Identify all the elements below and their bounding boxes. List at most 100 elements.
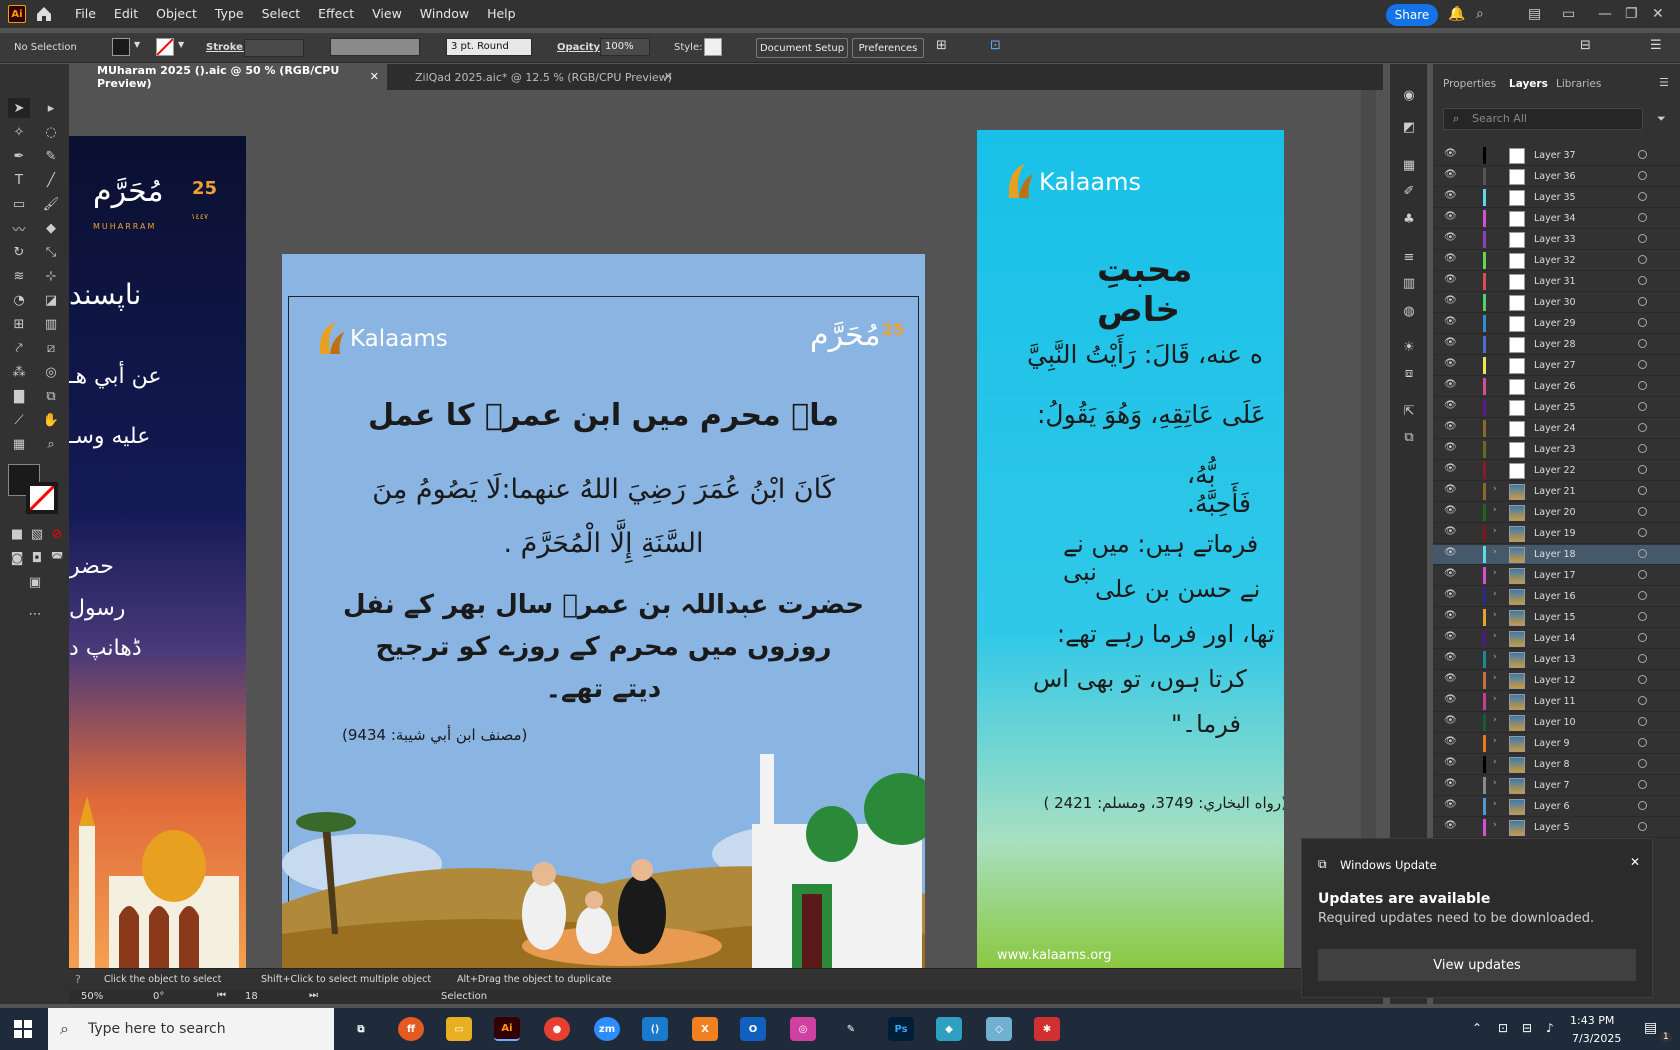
- swatches-icon[interactable]: ▦: [1400, 158, 1418, 176]
- tab-zilqad[interactable]: ZilQad 2025.aic* @ 12.5 % (RGB/CPU Previ…: [387, 64, 681, 90]
- layer-name[interactable]: Layer 6: [1534, 801, 1570, 812]
- layer-name[interactable]: Layer 13: [1534, 654, 1576, 665]
- column-graph-icon[interactable]: ▇: [8, 386, 30, 406]
- layer-row[interactable]: 👁 › Layer 15: [1433, 608, 1680, 628]
- slice-tool-icon[interactable]: ⟋: [8, 410, 30, 430]
- target-icon[interactable]: [1638, 486, 1647, 495]
- layer-name[interactable]: Layer 19: [1534, 528, 1576, 539]
- eye-icon[interactable]: 👁: [1444, 694, 1457, 705]
- eye-icon[interactable]: 👁: [1444, 589, 1457, 600]
- arrange-icon[interactable]: ▤: [1528, 6, 1541, 22]
- layer-name[interactable]: Layer 27: [1534, 360, 1576, 371]
- color-guide-icon[interactable]: ☀: [1400, 340, 1418, 358]
- layer-name[interactable]: Layer 14: [1534, 633, 1576, 644]
- layer-name[interactable]: Layer 12: [1534, 675, 1576, 686]
- selection-tool-icon[interactable]: ➤: [8, 98, 30, 118]
- tab-libraries[interactable]: Libraries: [1556, 78, 1601, 90]
- xampp-icon[interactable]: X: [692, 1017, 718, 1041]
- pen-app-icon[interactable]: ✎: [838, 1017, 864, 1041]
- target-icon[interactable]: [1638, 234, 1647, 243]
- layer-row[interactable]: 👁 › Layer 11: [1433, 692, 1680, 712]
- eyedropper-icon[interactable]: ⤤: [8, 338, 30, 358]
- layer-name[interactable]: Layer 24: [1534, 423, 1576, 434]
- target-icon[interactable]: [1638, 192, 1647, 201]
- eye-icon[interactable]: 👁: [1444, 547, 1457, 558]
- stroke-weight-field[interactable]: [244, 39, 304, 57]
- eye-icon[interactable]: 👁: [1444, 316, 1457, 327]
- eye-icon[interactable]: 👁: [1444, 526, 1457, 537]
- layer-name[interactable]: Layer 30: [1534, 297, 1576, 308]
- layer-row[interactable]: 👁 Layer 30: [1433, 293, 1680, 313]
- creative-cloud-icon[interactable]: ◎: [790, 1017, 816, 1041]
- target-icon[interactable]: [1638, 381, 1647, 390]
- type-tool-icon[interactable]: T: [8, 170, 30, 190]
- eye-icon[interactable]: 👁: [1444, 799, 1457, 810]
- tray-chevron-icon[interactable]: ⌃: [1472, 1021, 1482, 1035]
- layer-row[interactable]: 👁 › Layer 10: [1433, 713, 1680, 733]
- expand-icon[interactable]: ›: [1493, 694, 1497, 704]
- none-mode-icon[interactable]: ⊘: [46, 524, 68, 544]
- eye-icon[interactable]: 👁: [1444, 757, 1457, 768]
- volume-icon[interactable]: ♪: [1546, 1021, 1554, 1035]
- layer-row[interactable]: 👁 › Layer 8: [1433, 755, 1680, 775]
- tray-app-icon[interactable]: ⊡: [1498, 1021, 1508, 1035]
- line-tool-icon[interactable]: ╱: [40, 170, 62, 190]
- artboard-tool-icon[interactable]: ⧉: [40, 386, 62, 406]
- restore-icon[interactable]: ❐: [1625, 6, 1638, 22]
- rectangle-tool-icon[interactable]: ▭: [8, 194, 30, 214]
- warp-tool-icon[interactable]: ≋: [8, 266, 30, 286]
- target-icon[interactable]: [1638, 423, 1647, 432]
- layer-name[interactable]: Layer 11: [1534, 696, 1576, 707]
- zoom-tool-icon[interactable]: ⌕: [40, 434, 62, 454]
- target-icon[interactable]: [1638, 507, 1647, 516]
- target-icon[interactable]: [1638, 402, 1647, 411]
- target-icon[interactable]: [1638, 822, 1647, 831]
- brushes-icon[interactable]: ✐: [1400, 184, 1418, 202]
- layer-name[interactable]: Layer 8: [1534, 759, 1570, 770]
- eye-icon[interactable]: 👁: [1444, 568, 1457, 579]
- stroke-swatch[interactable]: [156, 38, 174, 56]
- graphic-styles-icon[interactable]: ◩: [1400, 120, 1418, 138]
- eye-icon[interactable]: 👁: [1444, 505, 1457, 516]
- layer-search-input[interactable]: Search All: [1443, 108, 1643, 130]
- direct-selection-tool-icon[interactable]: ▸: [40, 98, 62, 118]
- clock-time[interactable]: 1:43 PM: [1570, 1014, 1614, 1027]
- more-tools-icon[interactable]: ⋯: [24, 604, 46, 624]
- print-tiling-icon[interactable]: ▦: [8, 434, 30, 454]
- target-icon[interactable]: [1638, 360, 1647, 369]
- firefox-icon[interactable]: ff: [398, 1017, 424, 1041]
- layer-name[interactable]: Layer 16: [1534, 591, 1576, 602]
- target-icon[interactable]: [1638, 150, 1647, 159]
- expand-icon[interactable]: ›: [1493, 589, 1497, 599]
- gradient-mode-icon[interactable]: ▧: [26, 524, 48, 544]
- chrome-icon[interactable]: ●: [544, 1017, 570, 1041]
- layer-row[interactable]: 👁 › Layer 18: [1433, 545, 1680, 565]
- layer-name[interactable]: Layer 7: [1534, 780, 1570, 791]
- screen-mode-icon[interactable]: ▣: [24, 572, 46, 592]
- filter-icon[interactable]: ⏷: [1657, 112, 1666, 126]
- target-icon[interactable]: [1638, 570, 1647, 579]
- target-icon[interactable]: [1638, 276, 1647, 285]
- menu-help[interactable]: Help: [478, 0, 525, 28]
- opacity-field[interactable]: 100%: [600, 38, 650, 56]
- rotate-tool-icon[interactable]: ↻: [8, 242, 30, 262]
- free-transform-icon[interactable]: ⊹: [40, 266, 62, 286]
- menu-window[interactable]: Window: [411, 0, 478, 28]
- eye-icon[interactable]: 👁: [1444, 253, 1457, 264]
- expand-icon[interactable]: ›: [1493, 484, 1497, 494]
- layer-name[interactable]: Layer 20: [1534, 507, 1576, 518]
- eraser-icon[interactable]: ◆: [40, 218, 62, 238]
- panel-toggle-icon[interactable]: ▭: [1562, 6, 1575, 22]
- symbol-sprayer-icon[interactable]: ⁂: [8, 362, 30, 382]
- shape-builder-icon[interactable]: ◔: [8, 290, 30, 310]
- blend-tool-icon[interactable]: ◎: [40, 362, 62, 382]
- style-swatch[interactable]: [704, 38, 722, 56]
- align-icon[interactable]: ⊞: [936, 38, 947, 53]
- minimize-icon[interactable]: —: [1598, 6, 1612, 22]
- transform-icon[interactable]: ⊡: [990, 38, 1001, 53]
- target-icon[interactable]: [1638, 171, 1647, 180]
- layer-name[interactable]: Layer 21: [1534, 486, 1576, 497]
- layer-name[interactable]: Layer 29: [1534, 318, 1576, 329]
- layer-name[interactable]: Layer 22: [1534, 465, 1576, 476]
- notification-center-icon[interactable]: ▤: [1644, 1020, 1657, 1036]
